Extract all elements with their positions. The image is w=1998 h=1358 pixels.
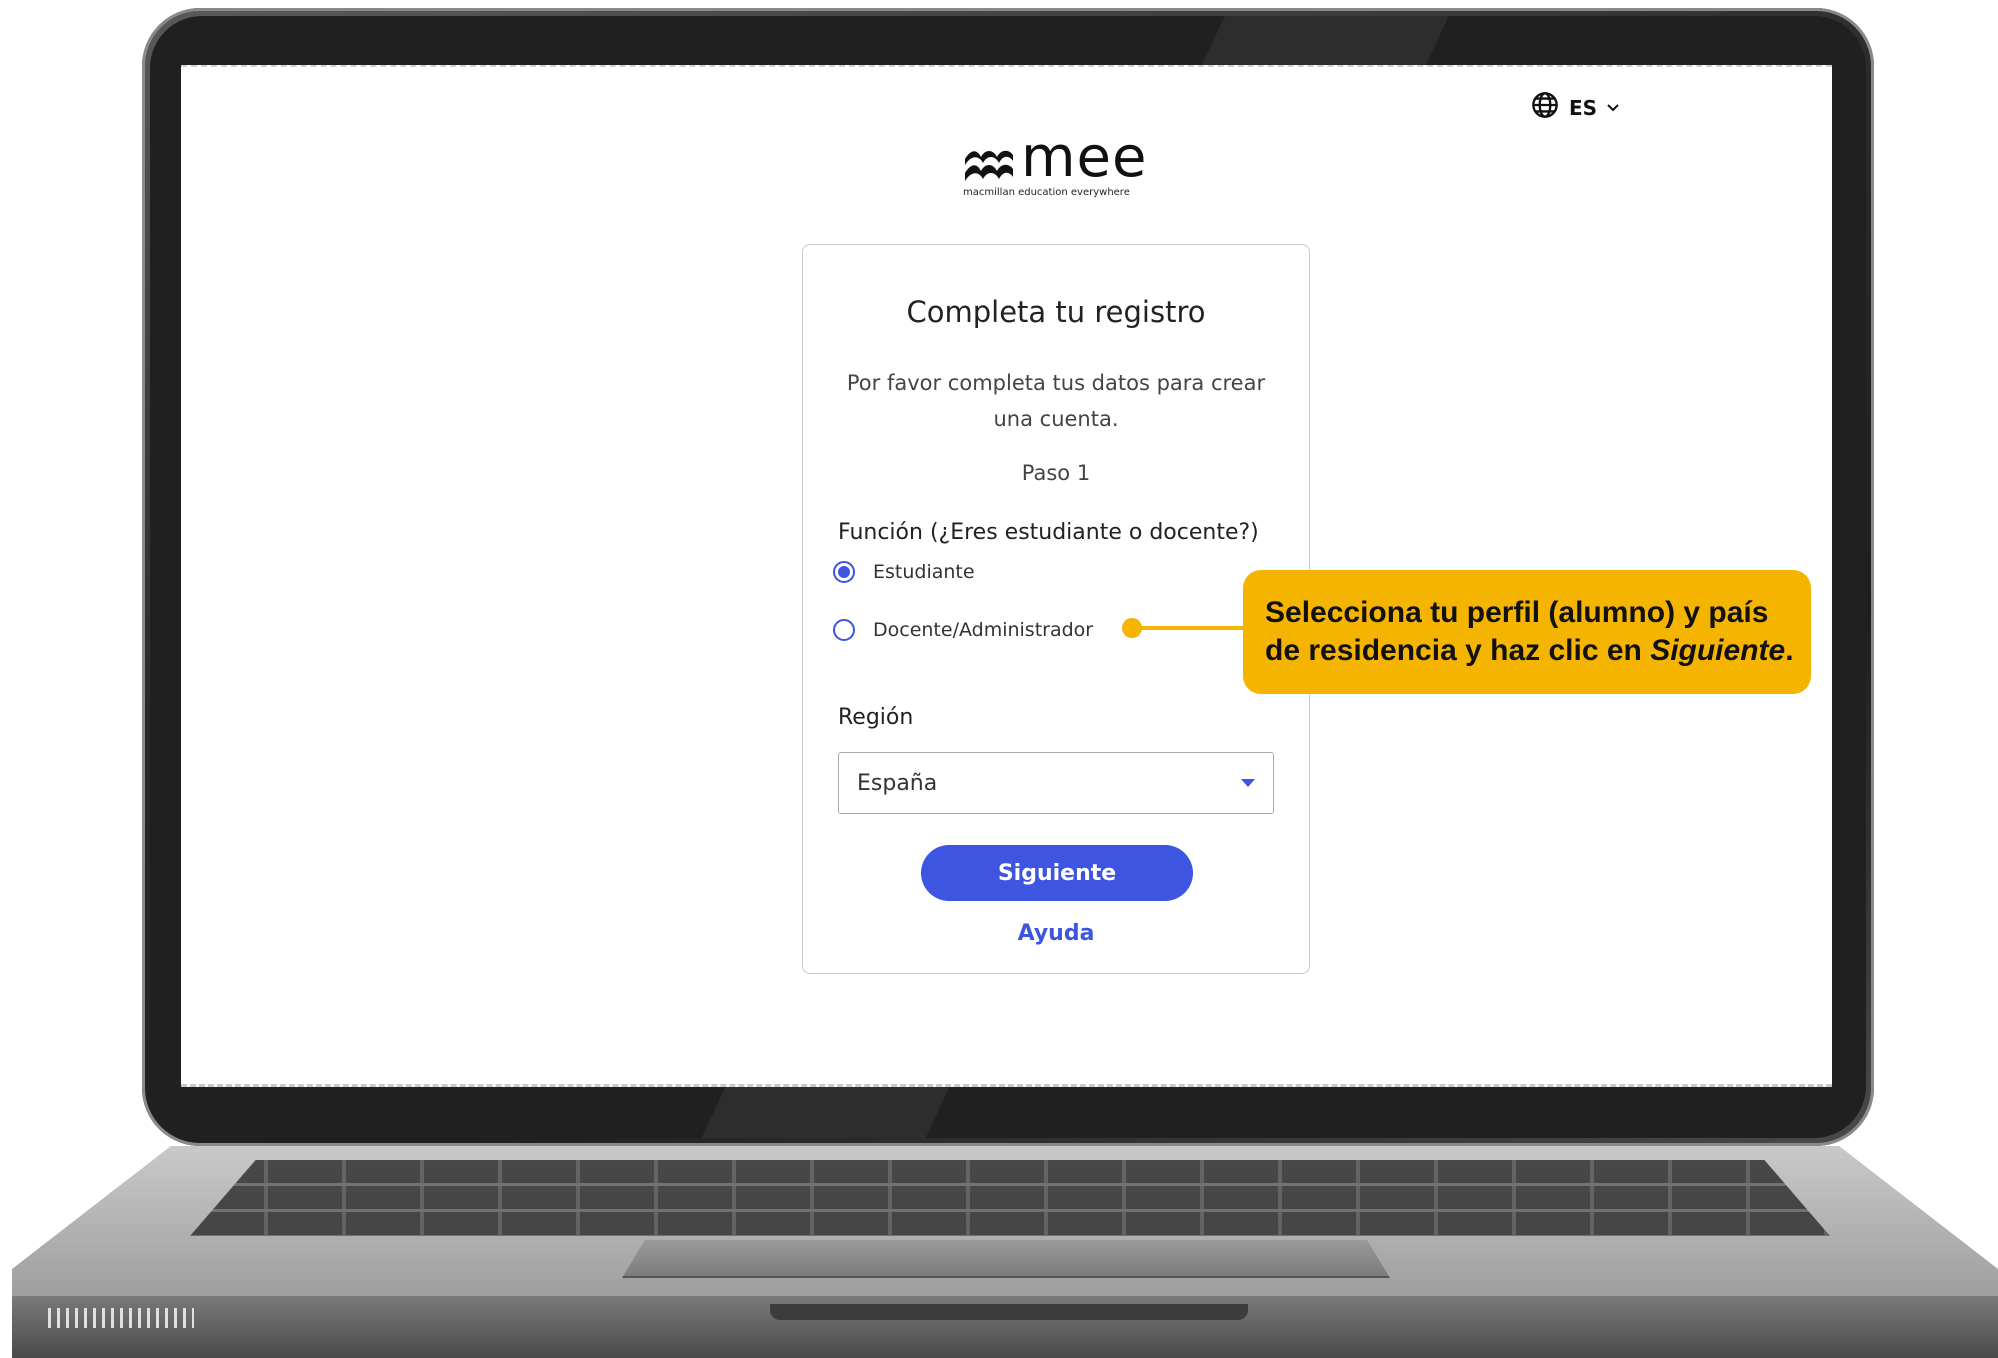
page-title: Completa tu registro <box>906 295 1206 329</box>
region-label: Región <box>838 705 914 730</box>
caret-down-icon <box>1241 779 1255 787</box>
laptop-vent <box>48 1308 194 1328</box>
role-option-teacher[interactable]: Docente/Administrador <box>833 619 1093 641</box>
role-option-student[interactable]: Estudiante <box>833 561 975 583</box>
logo-wordmark: mee <box>1021 125 1148 190</box>
callout-dot <box>1122 618 1142 638</box>
instruction-callout: Selecciona tu perfil (alumno) y país de … <box>1243 570 1811 694</box>
radio-button-teacher[interactable] <box>833 619 855 641</box>
callout-emphasis: Siguiente <box>1650 634 1786 667</box>
mee-logo: mee macmillan education everywhere <box>963 125 1163 207</box>
radio-button-student[interactable] <box>833 561 855 583</box>
intro-text: Por favor completa tus datos para crear … <box>846 371 1266 431</box>
step-indicator: Paso 1 <box>1021 461 1091 485</box>
registration-card: Completa tu registro Por favor completa … <box>802 244 1310 974</box>
language-selector[interactable]: ES <box>1531 91 1619 124</box>
callout-line2: de residencia y haz clic en <box>1265 634 1651 667</box>
role-label: Función (¿Eres estudiante o docente?) <box>838 520 1259 545</box>
role-option-label: Estudiante <box>873 561 975 583</box>
next-button[interactable]: Siguiente <box>921 845 1193 901</box>
help-link[interactable]: Ayuda <box>803 921 1309 946</box>
role-option-label: Docente/Administrador <box>873 619 1094 641</box>
callout-line1: Selecciona tu perfil (alumno) y país <box>1265 596 1769 629</box>
globe-icon <box>1531 91 1559 124</box>
region-value: España <box>857 770 938 796</box>
language-code: ES <box>1569 95 1598 120</box>
callout-connector <box>1132 626 1244 630</box>
callout-period: . <box>1785 634 1794 667</box>
laptop-hinge-notch <box>770 1304 1248 1320</box>
logo-mark-icon <box>965 150 1013 181</box>
region-select[interactable]: España <box>838 752 1274 814</box>
logo-tagline: macmillan education everywhere <box>963 187 1130 198</box>
laptop-keyboard <box>190 1160 1830 1236</box>
chevron-down-icon <box>1607 99 1619 117</box>
laptop-trackpad <box>622 1240 1390 1278</box>
